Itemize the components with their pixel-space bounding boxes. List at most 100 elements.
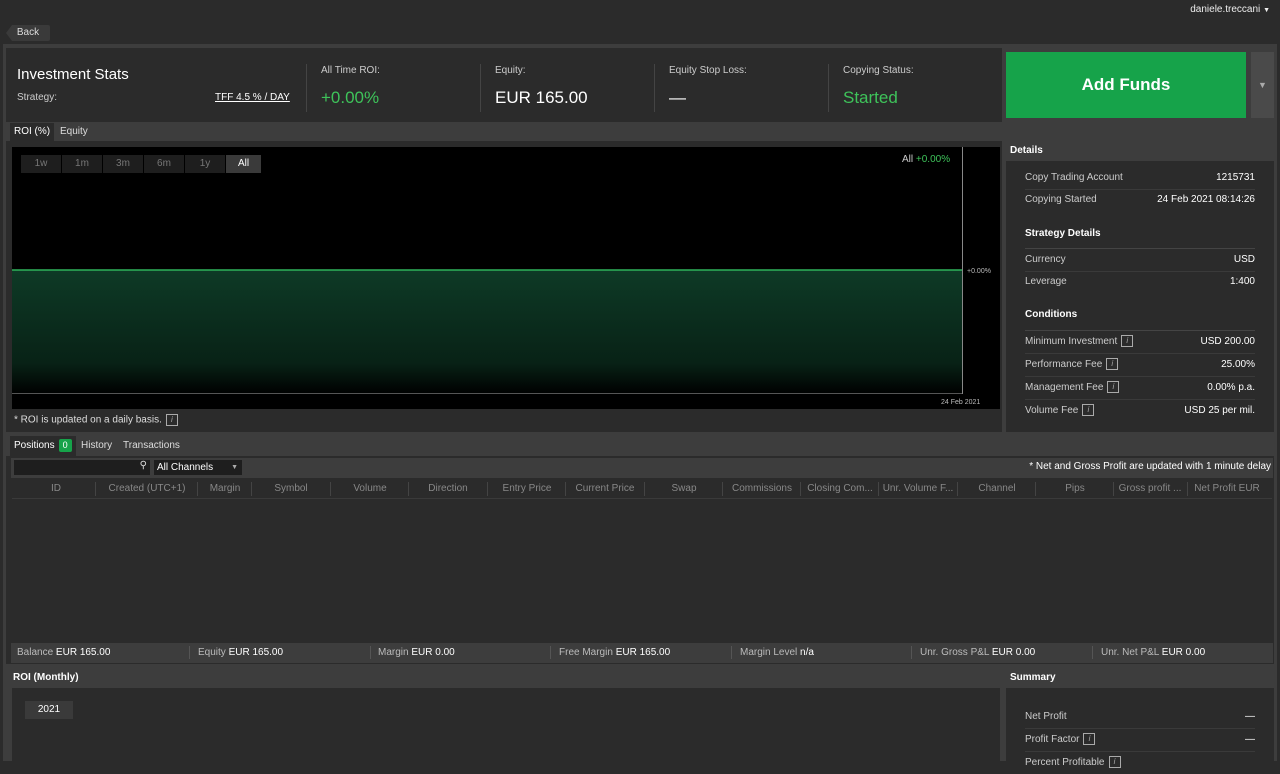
detail-row-performance-fee: Performance Fee i 25.00%: [1025, 354, 1255, 377]
tab-roi[interactable]: ROI (%): [10, 123, 55, 141]
tab-history[interactable]: History: [77, 436, 117, 456]
roi-note: * ROI is updated on a daily basis. i: [14, 414, 178, 426]
stat-value: EUR 165.00: [615, 647, 671, 658]
stoploss-label: Equity Stop Loss:: [669, 65, 747, 76]
tab-equity[interactable]: Equity: [56, 123, 92, 141]
stat-value: EUR 0.00: [991, 647, 1036, 658]
strategy-link[interactable]: TFF 4.5 % / DAY: [215, 92, 290, 103]
free-margin-stat: Free Margin EUR 165.00: [559, 647, 670, 658]
detail-label: Management Fee i: [1025, 377, 1120, 399]
summary-row-net-profit: Net Profit —: [1025, 706, 1255, 729]
column-margin[interactable]: Margin: [199, 483, 251, 494]
detail-row-min-investment: Minimum Investment i USD 200.00: [1025, 331, 1255, 354]
stat-label: Margin: [378, 647, 409, 658]
range-3m[interactable]: 3m: [103, 155, 143, 173]
detail-row-volume-fee: Volume Fee i USD 25 per mil.: [1025, 400, 1255, 422]
stat-value: n/a: [800, 647, 814, 658]
column-pips[interactable]: Pips: [1037, 483, 1113, 494]
stat-value: EUR 0.00: [411, 647, 455, 658]
year-button-2021[interactable]: 2021: [25, 701, 73, 719]
profit-delay-note: * Net and Gross Profit are updated with …: [1029, 461, 1271, 472]
info-icon[interactable]: i: [1121, 335, 1134, 348]
summary-label: Percent Profitable i: [1025, 752, 1121, 774]
roi-value: +0.00%: [321, 88, 380, 107]
detail-label-text: Minimum Investment: [1025, 336, 1118, 347]
divider: [370, 646, 371, 659]
detail-label: Copy Trading Account: [1025, 172, 1123, 183]
info-icon[interactable]: i: [1083, 733, 1096, 746]
detail-label-text: Volume Fee: [1025, 405, 1079, 416]
info-icon[interactable]: i: [1082, 404, 1095, 417]
positions-table-body: [12, 498, 1272, 642]
column-entry-price[interactable]: Entry Price: [489, 483, 565, 494]
add-funds-button[interactable]: Add Funds: [1006, 52, 1246, 118]
info-icon[interactable]: i: [1108, 756, 1121, 769]
range-1w[interactable]: 1w: [21, 155, 61, 173]
page-title: Investment Stats: [17, 66, 129, 83]
stat-value: EUR 0.00: [1161, 647, 1206, 658]
stat-label: Free Margin: [559, 647, 613, 658]
detail-value: 25.00%: [1221, 359, 1255, 370]
equity-value: EUR 165.00: [495, 88, 588, 107]
summary-label-text: Profit Factor: [1025, 734, 1080, 745]
column-volume[interactable]: Volume: [332, 483, 408, 494]
back-button[interactable]: Back: [6, 25, 50, 41]
add-funds-dropdown[interactable]: ▼: [1251, 52, 1274, 118]
column-created[interactable]: Created (UTC+1): [97, 483, 197, 494]
column-id[interactable]: ID: [18, 483, 94, 494]
tab-positions[interactable]: Positions 0: [10, 436, 76, 456]
margin-stat: Margin EUR 0.00: [378, 647, 455, 658]
x-tick-label: 24 Feb 2021: [941, 399, 980, 406]
column-commissions[interactable]: Commissions: [724, 483, 800, 494]
roi-chart: +0.00% 24 Feb 2021 All +0.00%: [12, 147, 1000, 409]
stat-label: Unr. Gross P&L: [920, 647, 990, 658]
info-icon[interactable]: i: [1106, 358, 1119, 371]
channel-select-value: All Channels: [157, 462, 214, 473]
column-symbol[interactable]: Symbol: [253, 483, 329, 494]
divider: [1092, 646, 1093, 659]
detail-label: Currency: [1025, 254, 1066, 265]
detail-label: Performance Fee i: [1025, 354, 1119, 376]
column-divider: [957, 482, 958, 496]
balance-stat: Balance EUR 165.00: [17, 647, 110, 658]
column-direction[interactable]: Direction: [410, 483, 486, 494]
column-divider: [565, 482, 566, 496]
roi-area: [12, 270, 962, 394]
detail-row-management-fee: Management Fee i 0.00% p.a.: [1025, 377, 1255, 400]
range-1y[interactable]: 1y: [185, 155, 225, 173]
column-current-price[interactable]: Current Price: [567, 483, 643, 494]
tab-label: Positions: [14, 440, 55, 451]
tab-transactions[interactable]: Transactions: [119, 436, 184, 456]
search-input[interactable]: ⚲: [14, 460, 150, 475]
range-all[interactable]: All: [226, 155, 261, 173]
strategy-details-title: Strategy Details: [1025, 228, 1101, 239]
stat-label: Margin Level: [740, 647, 798, 658]
divider: [306, 64, 307, 112]
range-1m[interactable]: 1m: [62, 155, 102, 173]
summary-label-text: Percent Profitable: [1025, 757, 1105, 768]
column-divider: [722, 482, 723, 496]
column-swap[interactable]: Swap: [646, 483, 722, 494]
unr-net-stat: Unr. Net P&L EUR 0.00: [1101, 647, 1205, 658]
detail-value: 0.00% p.a.: [1207, 382, 1255, 393]
user-menu[interactable]: daniele.treccani ▼: [1190, 4, 1270, 15]
stat-value: EUR 165.00: [55, 647, 111, 658]
column-net-profit[interactable]: Net Profit EUR: [1189, 483, 1265, 494]
unr-gross-stat: Unr. Gross P&L EUR 0.00: [920, 647, 1035, 658]
column-divider: [251, 482, 252, 496]
stat-label: Unr. Net P&L: [1101, 647, 1159, 658]
column-gross-profit[interactable]: Gross profit ...: [1115, 483, 1185, 494]
info-icon[interactable]: i: [165, 414, 178, 426]
detail-value: 1215731: [1216, 172, 1255, 183]
stoploss-value: —: [669, 88, 686, 107]
equity-label: Equity:: [495, 65, 526, 76]
column-divider: [800, 482, 801, 496]
channel-select[interactable]: All Channels ▼: [154, 460, 242, 475]
range-6m[interactable]: 6m: [144, 155, 184, 173]
column-divider: [878, 482, 879, 496]
column-closing-commission[interactable]: Closing Com...: [802, 483, 878, 494]
username: daniele.treccani: [1190, 4, 1261, 15]
column-channel[interactable]: Channel: [959, 483, 1035, 494]
info-icon[interactable]: i: [1107, 381, 1120, 394]
column-unr-volume-fee[interactable]: Unr. Volume F...: [880, 483, 956, 494]
